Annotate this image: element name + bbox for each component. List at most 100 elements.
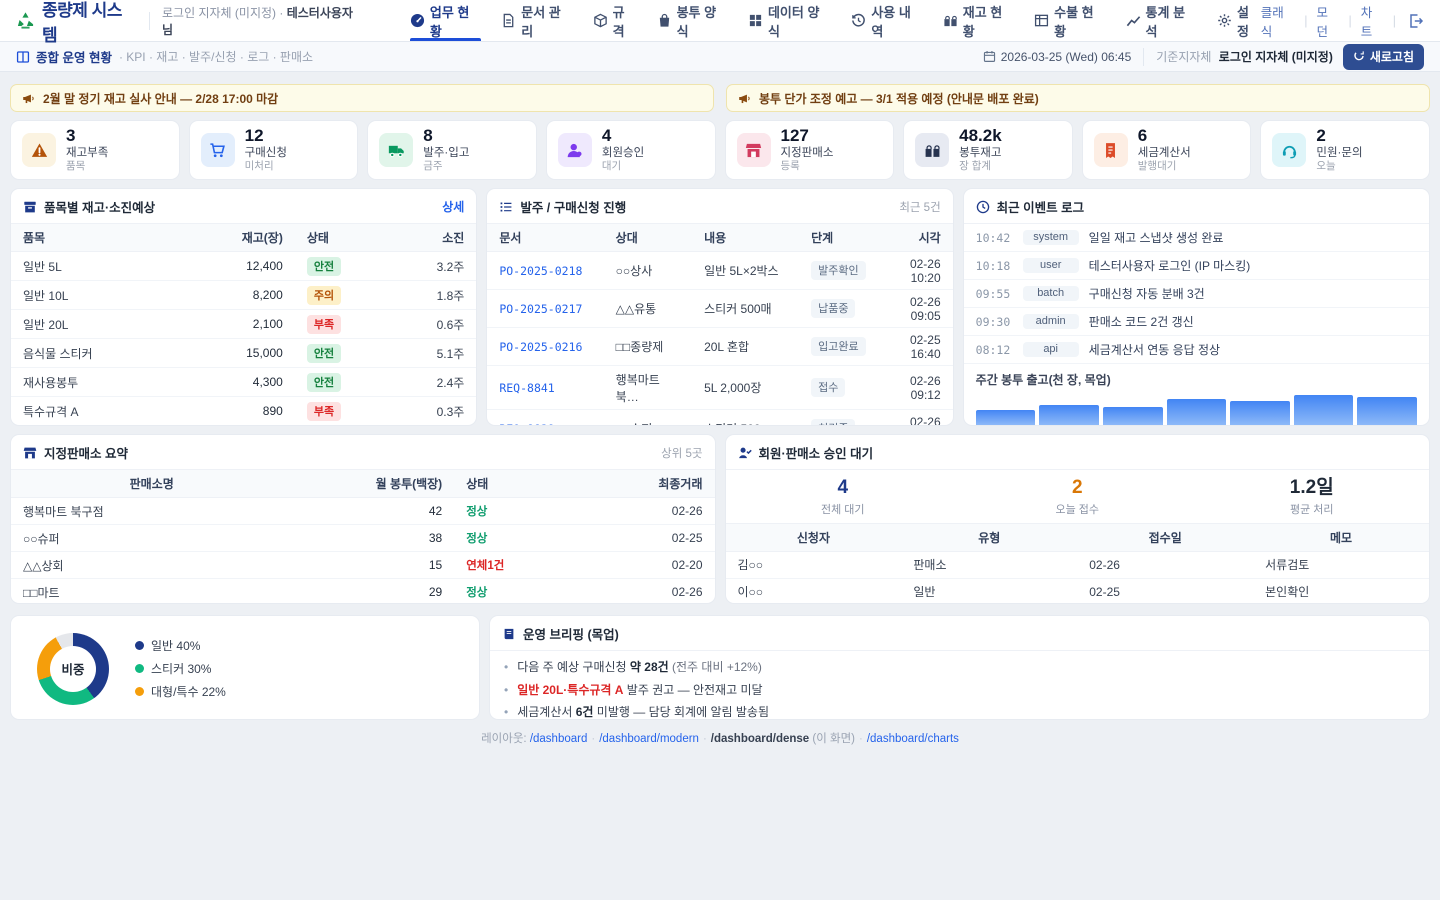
nav-item-stats[interactable]: 통계 분석: [1126, 0, 1197, 41]
event-message: 구매신청 자동 분배 3건: [1089, 285, 1205, 302]
nav-item-data-forms[interactable]: 데이터 양식: [748, 0, 831, 41]
mode-link-modern[interactable]: 모던: [1317, 2, 1340, 40]
column-header: 상대: [604, 224, 692, 252]
doc-link[interactable]: PO-2025-0217: [499, 302, 582, 316]
sub-header: 종합 운영 현황 · KPI · 재고 · 발주/신청 · 로그 · 판매소 2…: [0, 42, 1440, 72]
text-segment: 발주 권고 — 안전재고 미달: [623, 683, 762, 697]
kpi-value: 127: [781, 126, 834, 146]
approval-stat: 1.2일평균 처리: [1195, 477, 1430, 517]
share-donut-panel: 비중 일반 40%스티커 30%대형/특수 22%: [10, 615, 480, 720]
mode-link-chart[interactable]: 차트: [1361, 2, 1384, 40]
order-stage: 입고완료: [799, 328, 878, 366]
briefing-panel-header: 운영 브리핑 (목업): [490, 616, 1429, 651]
bar-목: [1167, 399, 1227, 425]
footer-link[interactable]: /dashboard/modern: [599, 733, 699, 745]
footer-link[interactable]: /dashboard: [530, 733, 588, 745]
item-name: 일반 10L: [11, 281, 183, 310]
divider: |: [1304, 14, 1307, 28]
item-name: 재사용봉투: [11, 368, 183, 397]
order-time: 02-26 09:12: [878, 366, 952, 410]
stock-detail-link[interactable]: 상세: [442, 198, 464, 215]
list-icon: [499, 200, 513, 214]
kpi-value: 6: [1138, 126, 1191, 146]
nav-label-ledger: 수불 현황: [1054, 2, 1105, 40]
bar-column: [1039, 395, 1099, 425]
item-status: 부족: [295, 310, 383, 339]
seller-status: 정상: [454, 579, 574, 605]
briefing-panel-title: 운영 브리핑 (목업): [523, 624, 619, 643]
logout-icon[interactable]: [1408, 13, 1424, 29]
bar-column: [976, 395, 1036, 425]
item-name: 일반 20L: [11, 310, 183, 339]
kpi-card: 8발주·입고금주: [367, 120, 537, 180]
doc-link[interactable]: REQ-8841: [499, 381, 554, 395]
chart-icon: [1126, 13, 1141, 28]
kpi-card: 2민원·문의오늘: [1260, 120, 1430, 180]
column-header: 내용: [692, 224, 799, 252]
nav-item-ledger[interactable]: 수불 현황: [1034, 0, 1105, 41]
briefing-text: 세금계산서 6건 미발행 — 담당 회계에 알림 발송됨: [517, 703, 769, 720]
doc-link[interactable]: REQ-8839: [499, 422, 554, 427]
footer-link[interactable]: /dashboard/dense: [711, 733, 809, 745]
stat-label: 전체 대기: [726, 501, 961, 517]
kpi-card: 12구매신청미처리: [189, 120, 359, 180]
bags-icon: [915, 133, 949, 167]
banner-text: 봉투 단가 조정 예고 — 3/1 적용 예정 (안내문 배포 완료): [759, 90, 1039, 107]
nav-item-bag-forms[interactable]: 봉투 양식: [657, 0, 728, 41]
status-badge: 안전: [307, 344, 341, 363]
table-row: 일반 5L12,400안전3.2주: [11, 252, 476, 281]
seller-status-text: 정상: [466, 587, 487, 599]
refresh-button[interactable]: 새로고침: [1343, 44, 1424, 70]
orders-panel-title: 발주 / 구매신청 진행: [520, 197, 626, 216]
divider: ·: [591, 733, 595, 745]
nav-item-specs[interactable]: 규격: [593, 0, 637, 41]
nav-item-docs[interactable]: 문서 관리: [501, 0, 572, 41]
kpi-text: 8발주·입고금주: [423, 126, 469, 173]
table-row: 행복마트 북구점42정상02-26: [11, 498, 715, 525]
status-badge: 주의: [307, 286, 341, 305]
footer-link[interactable]: /dashboard/charts: [867, 733, 959, 745]
events-panel-header: 최근 이벤트 로그: [964, 189, 1429, 224]
doc-link[interactable]: PO-2025-0216: [499, 340, 582, 354]
approvals-panel-header: 회원·판매소 승인 대기: [726, 435, 1430, 470]
table-row: ○○슈퍼38정상02-25: [11, 525, 715, 552]
table-row: 일반 20L2,100부족0.6주: [11, 310, 476, 339]
banner-price-change: 봉투 단가 조정 예고 — 3/1 적용 예정 (안내문 배포 완료): [726, 84, 1430, 112]
nav-item-usage[interactable]: 사용 내역: [851, 0, 922, 41]
bar-column: [1167, 395, 1227, 425]
applicant-memo: 서류검토: [1253, 551, 1429, 578]
event-time: 10:42: [976, 231, 1013, 245]
doc-link[interactable]: PO-2025-0218: [499, 264, 582, 278]
column-header: 시각: [878, 224, 952, 252]
nav-item-inventory[interactable]: 재고 현황: [943, 0, 1014, 41]
user-check-icon: [738, 446, 752, 460]
stat-value: 2: [960, 477, 1195, 500]
bar-화: [1039, 405, 1099, 425]
event-source-badge: batch: [1023, 286, 1079, 301]
bullet: •: [504, 658, 508, 677]
order-stage: 처리중: [799, 410, 878, 427]
sellers-panel: 지정판매소 요약 상위 5곳 판매소명월 봉투(백장)상태최종거래 행복마트 북…: [10, 434, 716, 604]
gauge-icon: [410, 13, 425, 28]
column-header: 재고(장): [183, 224, 295, 252]
mode-link-classic[interactable]: 클래식: [1261, 2, 1295, 40]
nav-item-work[interactable]: 업무 현황: [410, 0, 481, 41]
share-donut-chart: 비중: [37, 633, 109, 705]
seller-last-trade: 02-26: [574, 498, 715, 525]
table-row: PO-2025-0218○○상사일반 5L×2박스발주확인02-26 10:20: [487, 252, 952, 290]
stage-pill: 발주확인: [811, 261, 865, 280]
headset-icon: [1272, 133, 1306, 167]
event-message: 테스터사용자 로그인 (IP 마스킹): [1089, 257, 1251, 274]
approvals-panel: 회원·판매소 승인 대기 4전체 대기2오늘 접수1.2일평균 처리 신청자유형…: [725, 434, 1431, 604]
applicant-name: 이○○: [726, 578, 902, 604]
nav-item-settings[interactable]: 설정: [1217, 0, 1261, 41]
bar-수: [1103, 407, 1163, 425]
columns-icon: [16, 50, 30, 64]
megaphone-icon: [738, 92, 751, 105]
kpi-text: 4회원승인대기: [602, 126, 644, 173]
event-source-badge: admin: [1023, 314, 1079, 329]
refresh-label: 새로고침: [1370, 48, 1414, 65]
column-header: 품목: [11, 224, 183, 252]
table-row: △△상회15연체1건02-20: [11, 552, 715, 579]
orders-recent-count: 최근 5건: [899, 199, 940, 215]
